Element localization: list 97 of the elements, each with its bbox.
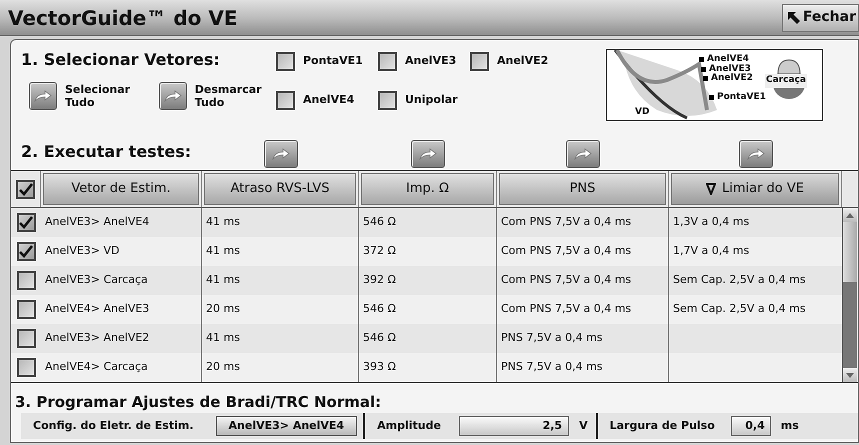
table-cell-text: Com PNS 7,5V a 0,4 ms bbox=[501, 214, 632, 230]
vector-select-button[interactable]: AnelVE3> AnelVE4 bbox=[216, 416, 358, 436]
table-cell-text: 20 ms bbox=[206, 359, 240, 376]
arrow-up-left-icon bbox=[786, 10, 801, 24]
column-header[interactable]: Vetor de Estim. bbox=[43, 173, 199, 205]
sort-down-icon bbox=[706, 183, 716, 195]
column-header[interactable]: Atraso RVS-LVS bbox=[204, 173, 356, 205]
table-cell-text: PNS 7,5V a 0,4 ms bbox=[501, 359, 603, 376]
electrode-label: AnelVE3 bbox=[701, 64, 751, 74]
checkbox[interactable] bbox=[276, 91, 295, 110]
field-label: Config. do Eletr. de Estim. bbox=[33, 418, 194, 434]
table-cell-text: 372 Ω bbox=[363, 243, 396, 260]
checkbox[interactable] bbox=[16, 358, 36, 377]
checkbox[interactable] bbox=[378, 52, 397, 71]
button-label: Selecionar Tudo bbox=[64, 83, 132, 109]
checkbox[interactable] bbox=[16, 329, 36, 348]
run-test-button[interactable] bbox=[411, 140, 445, 168]
table-cell-text: 41 ms bbox=[206, 330, 240, 346]
table-cell-text: PNS 7,5V a 0,4 ms bbox=[501, 330, 603, 346]
table-cell-text: 41 ms bbox=[206, 272, 240, 288]
electrode-label: AnelVE4 bbox=[699, 54, 749, 64]
unit-label: V bbox=[579, 418, 588, 434]
section-title: 3. Programar Ajustes de Bradi/TRC Normal: bbox=[14, 393, 382, 411]
column-header[interactable]: Imp. Ω bbox=[361, 173, 494, 205]
table-cell-text: Com PNS 7,5V a 0,4 ms bbox=[501, 272, 632, 288]
section-title: 1. Selecionar Vetores: bbox=[21, 49, 221, 71]
arrow-button[interactable] bbox=[29, 82, 57, 110]
checkbox-label: Unipolar bbox=[405, 92, 458, 108]
table-cell-text: AnelVE4> AnelVE3 bbox=[45, 301, 150, 318]
electrode-label: PontaVE1 bbox=[709, 92, 766, 102]
table-cell-text: Com PNS 7,5V a 0,4 ms bbox=[501, 243, 632, 260]
pulse-width-field[interactable]: 0,4 bbox=[730, 416, 771, 436]
electrode-marker-icon bbox=[699, 56, 704, 62]
close-button[interactable]: Fechar bbox=[782, 4, 859, 32]
checkbox[interactable] bbox=[16, 300, 36, 319]
check-icon bbox=[19, 216, 33, 229]
curved-arrow-icon bbox=[162, 90, 183, 102]
arrow-button[interactable] bbox=[158, 82, 187, 110]
curved-arrow-icon bbox=[746, 148, 766, 160]
table-cell-text: AnelVE3> VD bbox=[45, 243, 120, 260]
table-row[interactable]: AnelVE4> Carcaça 20 ms 393 Ω PNS 7,5V a 0,4 ms bbox=[11, 353, 842, 382]
curved-arrow-icon bbox=[270, 148, 290, 160]
electrode-marker-icon bbox=[703, 76, 708, 80]
table-cell-text: 546 Ω bbox=[363, 214, 396, 230]
table-cell-text: AnelVE3> AnelVE4 bbox=[45, 214, 150, 230]
amplitude-field[interactable]: 2,5 bbox=[459, 416, 570, 436]
checkbox[interactable] bbox=[378, 91, 397, 110]
run-test-button[interactable] bbox=[264, 140, 298, 168]
section-title: 2. Executar testes: bbox=[20, 142, 192, 161]
electrode-marker-icon bbox=[701, 66, 706, 72]
unit-label: ms bbox=[780, 418, 799, 434]
checkbox-label: PontaVE1 bbox=[303, 53, 363, 70]
column-header[interactable]: PNS bbox=[499, 173, 666, 205]
table-cell-text: AnelVE4> Carcaça bbox=[45, 359, 148, 376]
checkbox-label: AnelVE4 bbox=[303, 92, 354, 108]
curved-arrow-icon bbox=[573, 148, 593, 160]
scroll-thumb[interactable] bbox=[843, 222, 857, 282]
table-row[interactable]: AnelVE3> VD 41 ms 372 Ω Com PNS 7,5V a 0,4 ms 1,7V a 0,4 ms bbox=[11, 237, 842, 266]
electrode-marker-icon bbox=[709, 94, 714, 100]
check-icon bbox=[18, 182, 32, 196]
checkbox-label: AnelVE2 bbox=[497, 53, 548, 70]
electrode-label: AnelVE2 bbox=[703, 73, 753, 83]
rv-label: VD bbox=[635, 106, 650, 119]
table-cell-text: AnelVE3> AnelVE2 bbox=[45, 330, 150, 346]
table-cell-text: 41 ms bbox=[206, 214, 240, 230]
can-label: Carcaça bbox=[765, 74, 807, 88]
table-cell-text: 546 Ω bbox=[363, 330, 396, 346]
curved-arrow-icon bbox=[418, 148, 438, 160]
scrollbar[interactable] bbox=[842, 208, 857, 382]
table-cell-text: 1,7V a 0,4 ms bbox=[673, 243, 750, 260]
checkbox[interactable] bbox=[16, 180, 35, 198]
field-label: Amplitude bbox=[377, 418, 442, 434]
run-test-button[interactable] bbox=[566, 140, 600, 168]
checkbox[interactable] bbox=[276, 52, 295, 71]
table-cell-text: 1,3V a 0,4 ms bbox=[673, 214, 750, 230]
checkbox-label: AnelVE3 bbox=[405, 53, 456, 70]
checkbox[interactable] bbox=[16, 213, 36, 232]
table-cell-text: Sem Cap. 2,5V a 0,4 ms bbox=[673, 272, 806, 288]
table-cell-text: 392 Ω bbox=[363, 272, 396, 288]
checkbox[interactable] bbox=[16, 271, 36, 290]
window-title: VectorGuide™ do VE bbox=[8, 4, 238, 32]
table-cell-text: Sem Cap. 2,5V a 0,4 ms bbox=[673, 301, 806, 318]
table-row[interactable]: AnelVE4> AnelVE3 20 ms 546 Ω Com PNS 7,5V a 0,4 ms Sem Cap. 2,5V a 0,4 ms bbox=[11, 295, 842, 324]
table-cell-text: AnelVE3> Carcaça bbox=[45, 272, 148, 288]
table-cell-text: Com PNS 7,5V a 0,4 ms bbox=[501, 301, 632, 318]
check-icon bbox=[19, 245, 33, 258]
table-cell-text: 41 ms bbox=[206, 243, 240, 260]
button-label: Desmarcar Tudo bbox=[194, 83, 263, 109]
table-cell-text: 393 Ω bbox=[363, 359, 396, 376]
run-test-button[interactable] bbox=[738, 140, 772, 168]
checkbox[interactable] bbox=[470, 52, 489, 71]
table-cell-text: 20 ms bbox=[206, 301, 240, 318]
field-label: Largura de Pulso bbox=[610, 418, 715, 434]
curved-arrow-icon bbox=[32, 90, 53, 102]
table-cell-text: 546 Ω bbox=[363, 301, 396, 318]
column-header[interactable]: Limiar do VE bbox=[671, 173, 839, 205]
checkbox[interactable] bbox=[16, 242, 36, 261]
